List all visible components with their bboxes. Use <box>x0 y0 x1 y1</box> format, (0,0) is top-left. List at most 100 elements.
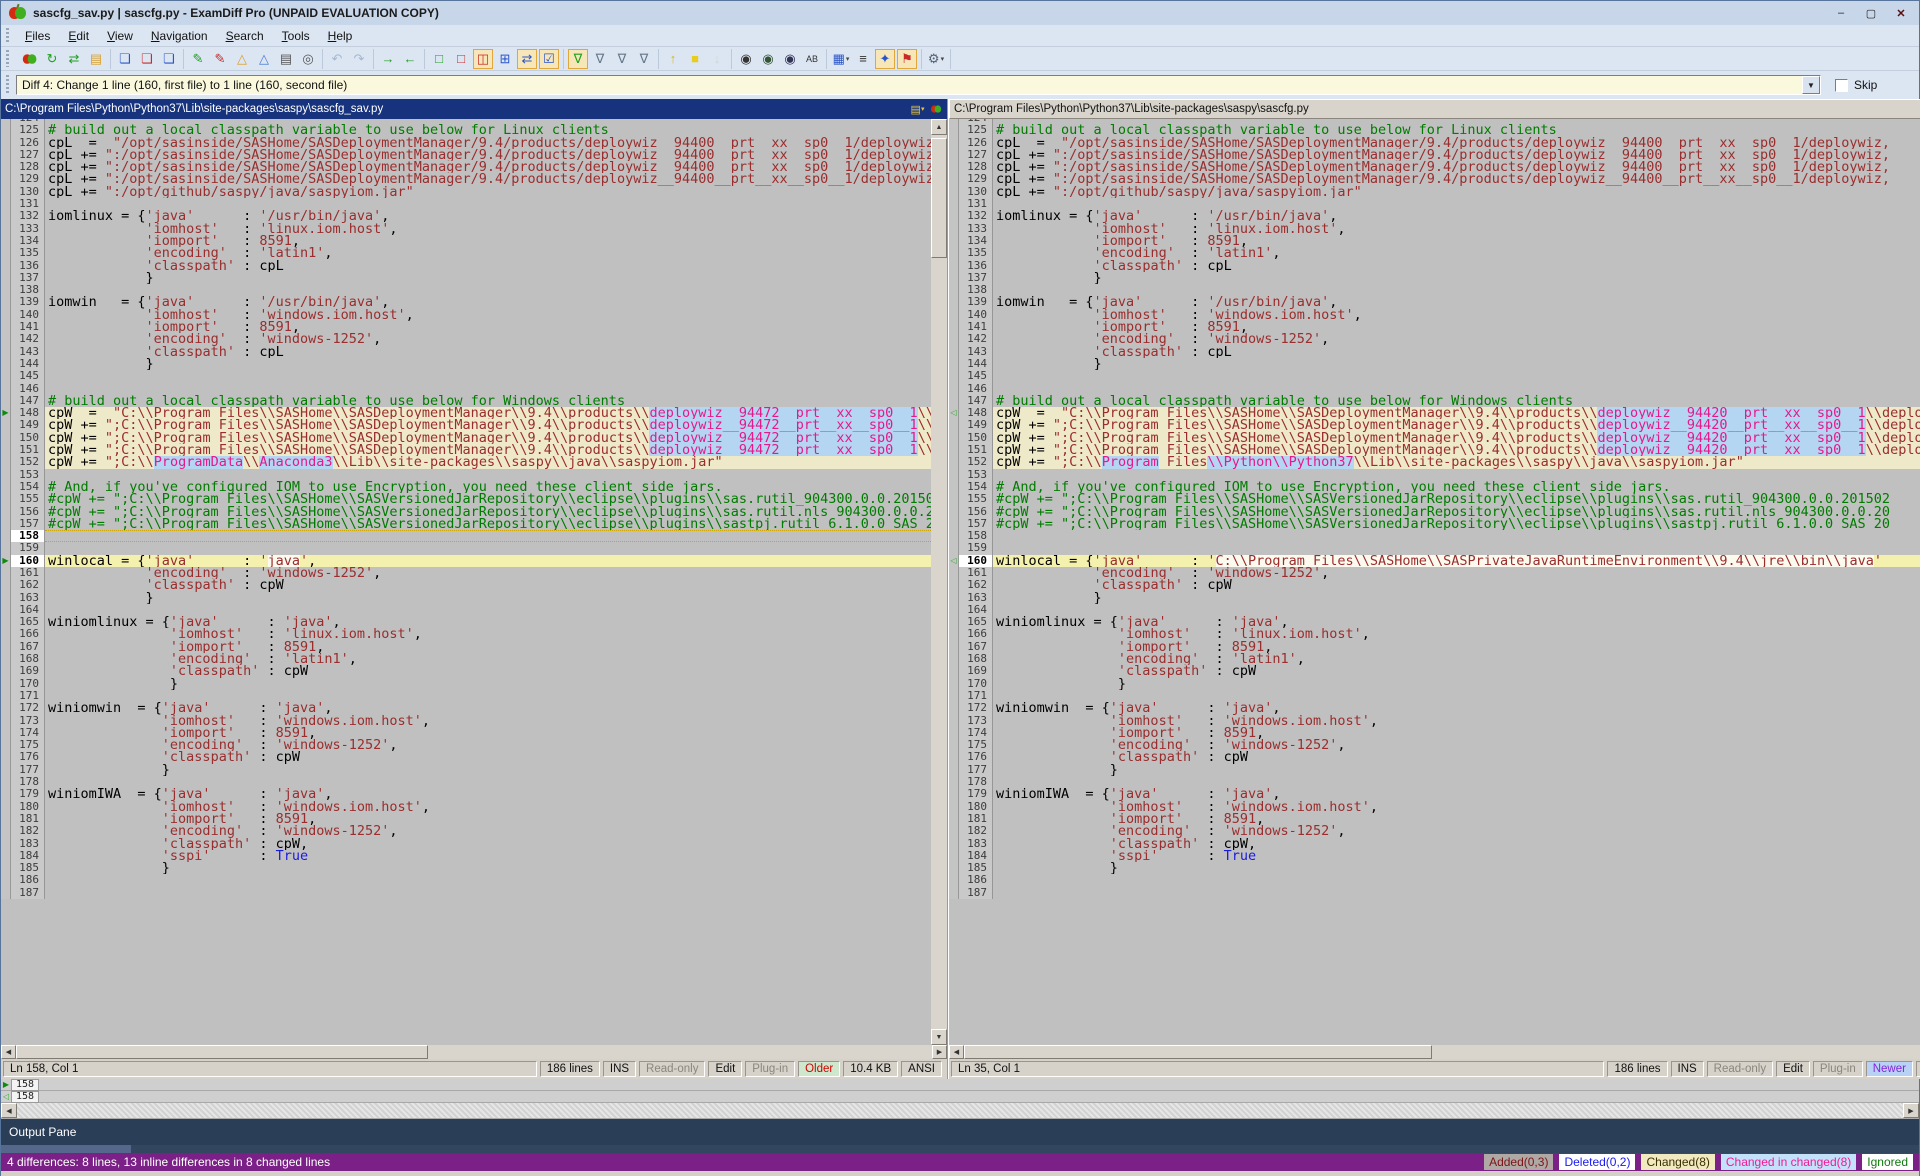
current-diff-icon[interactable]: ■ <box>685 49 705 69</box>
menu-item-edit[interactable]: Edit <box>59 27 98 45</box>
code-line: 131 <box>949 198 1920 210</box>
menu-item-files[interactable]: Files <box>16 27 59 45</box>
minimize-button[interactable]: – <box>1827 4 1855 22</box>
send-report-icon[interactable]: △ <box>254 49 274 69</box>
pane-compare-icon[interactable] <box>928 102 943 116</box>
glyph-margin <box>949 137 959 149</box>
edit-second-file-icon[interactable]: ✎ <box>210 49 230 69</box>
code-text <box>45 370 931 382</box>
close-button[interactable]: ✕ <box>1887 4 1915 22</box>
redo-icon[interactable]: ↷ <box>349 49 369 69</box>
line-number: 186 <box>959 874 993 886</box>
first-hscroll-thumb[interactable] <box>16 1045 428 1059</box>
diff-map-icon[interactable]: ▦▾ <box>831 49 851 69</box>
menu-item-view[interactable]: View <box>98 27 142 45</box>
scroll-left-icon[interactable]: ◀ <box>949 1045 964 1059</box>
print-preview-icon[interactable]: ◎ <box>298 49 318 69</box>
current-diff-combobox[interactable]: Diff 4: Change 1 line (160, first file) … <box>16 75 1821 95</box>
previous-diff-icon[interactable]: ↑ <box>663 49 683 69</box>
edit-first-file-icon[interactable]: ✎ <box>188 49 208 69</box>
skip-checkbox[interactable] <box>1835 79 1848 92</box>
code-text: cpW += ";C:\\Program Files\\Python\\Pyth… <box>993 456 1920 468</box>
find-next-icon[interactable]: ◉ <box>758 49 778 69</box>
code-line: 170 } <box>949 678 1920 690</box>
code-text: 'encoding' : 'windows-1252', <box>993 825 1920 837</box>
second-file-header[interactable]: C:\Program Files\Python\Python37\Lib\sit… <box>949 99 1920 119</box>
second-hscroll-thumb[interactable] <box>964 1045 1432 1059</box>
options-icon[interactable]: ⚙▾ <box>926 49 946 69</box>
line-number: 145 <box>959 370 993 382</box>
scroll-left-icon[interactable]: ◀ <box>1 1045 16 1059</box>
undo-icon[interactable]: ↶ <box>327 49 347 69</box>
find-icon[interactable]: ◉ <box>736 49 756 69</box>
glyph-margin <box>1 874 11 886</box>
filter-active-icon[interactable]: ∇ <box>568 49 588 69</box>
ignore-options-icon[interactable]: ⚑ <box>897 49 917 69</box>
code-line: 125# build out a local classpath variabl… <box>1 124 931 136</box>
next-diff-icon[interactable]: ↓ <box>707 49 727 69</box>
first-vertical-scrollbar[interactable]: ▲ ▼ <box>931 119 947 1045</box>
line-numbers-icon[interactable]: ≡ <box>853 49 873 69</box>
scroll-left-icon[interactable]: ◀ <box>1 1103 17 1118</box>
first-vscroll-thumb[interactable] <box>931 138 947 258</box>
code-text: 'sspi' : True <box>45 850 931 862</box>
code-line: 127cpL += ":/opt/sasinside/SASHome/SASDe… <box>1 149 931 161</box>
menu-item-tools[interactable]: Tools <box>273 27 319 45</box>
menu-grip[interactable] <box>4 28 11 43</box>
show-differences-icon[interactable]: □ <box>451 49 471 69</box>
save-report-icon[interactable]: △ <box>232 49 252 69</box>
filter-edit-icon[interactable]: ∇ <box>612 49 632 69</box>
scroll-right-icon[interactable]: ▶ <box>932 1045 947 1059</box>
diff-dropdown-button[interactable]: ▼ <box>1802 76 1820 94</box>
first-file-header[interactable]: C:\Program Files\Python\Python37\Lib\sit… <box>1 99 947 119</box>
second-horizontal-scrollbar[interactable]: ◀ ▶ <box>949 1045 1920 1059</box>
match-case-icon[interactable]: AB <box>802 49 822 69</box>
skip-group: Skip <box>1835 78 1911 92</box>
line-number: 179 <box>11 788 45 800</box>
four-pane-icon[interactable]: ⊞ <box>495 49 515 69</box>
scroll-up-icon[interactable]: ▲ <box>931 119 947 135</box>
plugins-icon[interactable]: ✦ <box>875 49 895 69</box>
code-line: 177 } <box>1 764 931 776</box>
copy-block-left-icon[interactable]: ← <box>400 49 420 69</box>
open-files-icon[interactable]: ▤ <box>86 49 106 69</box>
toolbar-grip[interactable] <box>4 50 11 66</box>
code-text <box>993 370 1920 382</box>
maximize-button[interactable]: ▢ <box>1857 4 1885 22</box>
filter-icon[interactable]: ∇ <box>590 49 610 69</box>
print-icon[interactable]: ▤ <box>276 49 296 69</box>
scroll-down-icon[interactable]: ▼ <box>931 1029 947 1045</box>
code-text: 'iomport' : 8591, <box>45 727 931 739</box>
save-second-file-icon[interactable]: ❏ <box>137 49 157 69</box>
swap-and-recompare-icon[interactable]: ⇄ <box>64 49 84 69</box>
show-identical-icon[interactable]: □ <box>429 49 449 69</box>
scroll-right-icon[interactable]: ▶ <box>1903 1103 1919 1118</box>
menu-item-navigation[interactable]: Navigation <box>142 27 217 45</box>
code-text <box>993 198 1920 210</box>
output-pane-tab[interactable] <box>1 1145 131 1153</box>
differences-pane-scrollbar[interactable]: ◀ ▶ <box>1 1103 1919 1119</box>
code-line: 181 'iomport' : 8591, <box>1 813 931 825</box>
second-file-code[interactable]: 124125# build out a local classpath vari… <box>949 119 1920 1045</box>
show-inline-diffs-icon[interactable]: ☑ <box>539 49 559 69</box>
diffbar-grip[interactable] <box>4 75 11 95</box>
save-first-file-icon[interactable]: ❏ <box>115 49 135 69</box>
synchronize-icon[interactable]: ⇄ <box>517 49 537 69</box>
filter-options-icon[interactable]: ∇ <box>634 49 654 69</box>
menu-item-search[interactable]: Search <box>217 27 273 45</box>
badge-ignored: Ignored <box>1862 1154 1913 1170</box>
first-file-code[interactable]: 124125# build out a local classpath vari… <box>1 119 931 1045</box>
find-prev-icon[interactable]: ◉ <box>780 49 800 69</box>
save-all-icon[interactable]: ❏ <box>159 49 179 69</box>
compare-icon[interactable] <box>20 49 40 69</box>
glyph-margin <box>949 788 959 800</box>
session-save-icon[interactable]: ▤▾ <box>910 102 925 116</box>
recompare-icon[interactable]: ↻ <box>42 49 62 69</box>
code-text <box>993 469 1920 481</box>
first-horizontal-scrollbar[interactable]: ◀ ▶ <box>1 1045 947 1059</box>
copy-block-right-icon[interactable]: → <box>378 49 398 69</box>
menu-item-help[interactable]: Help <box>319 27 362 45</box>
line-number: 176 <box>11 751 45 763</box>
resize-strip[interactable] <box>1 1171 1919 1176</box>
split-view-icon[interactable]: ◫ <box>473 49 493 69</box>
